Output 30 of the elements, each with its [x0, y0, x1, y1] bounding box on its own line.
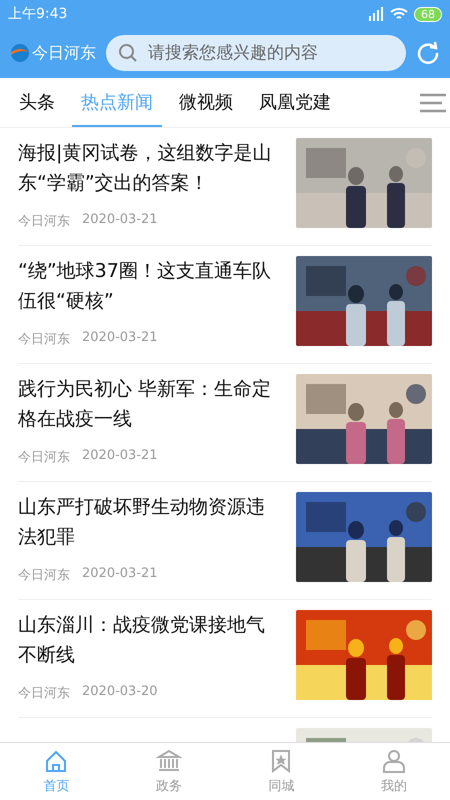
category-tab[interactable]: 头条: [10, 78, 64, 127]
wifi-icon: [390, 7, 408, 21]
article-date: 2020-03-21: [82, 566, 158, 583]
signal-icon: [368, 7, 384, 21]
menu-icon: [420, 92, 446, 112]
user-icon: [380, 748, 407, 775]
article-title[interactable]: 海报|黄冈试卷，这组数字是山东“学霸”交出的答案！: [18, 138, 274, 198]
category-tab[interactable]: 凤凰党建: [250, 78, 340, 127]
article-source: 今日河东: [18, 567, 70, 584]
battery-level: 68: [414, 6, 442, 22]
search-field[interactable]: 请搜索您感兴趣的内容: [146, 42, 394, 64]
article-date: 2020-03-21: [82, 330, 158, 347]
status-time: 上午9:43: [8, 5, 68, 23]
logo-icon: [10, 43, 30, 63]
article-date: 2020-03-20: [82, 684, 158, 701]
category-tab[interactable]: 微视频: [170, 78, 242, 127]
article-date: 2020-03-21: [82, 212, 158, 229]
article-source: 今日河东: [18, 449, 70, 466]
refresh-icon[interactable]: [416, 41, 440, 65]
app-name: 今日河东: [32, 42, 96, 64]
search-icon: [118, 43, 138, 63]
article-title[interactable]: 山东淄川：战疫微党课接地气不断线: [18, 610, 274, 670]
article-source: 今日河东: [18, 213, 70, 230]
article-source: 今日河东: [18, 331, 70, 348]
article-date: 2020-03-21: [82, 448, 158, 465]
article-source: 今日河东: [18, 685, 70, 702]
article-title[interactable]: 山东严打破坏野生动物资源违法犯罪: [18, 492, 274, 552]
article-title[interactable]: 践行为民初心 毕新军：生命定格在战疫一线: [18, 374, 274, 434]
article-title[interactable]: “绕”地球37圈！这支直通车队伍很“硬核”: [18, 256, 274, 316]
search-bar[interactable]: 请搜索您感兴趣的内容: [106, 35, 406, 71]
